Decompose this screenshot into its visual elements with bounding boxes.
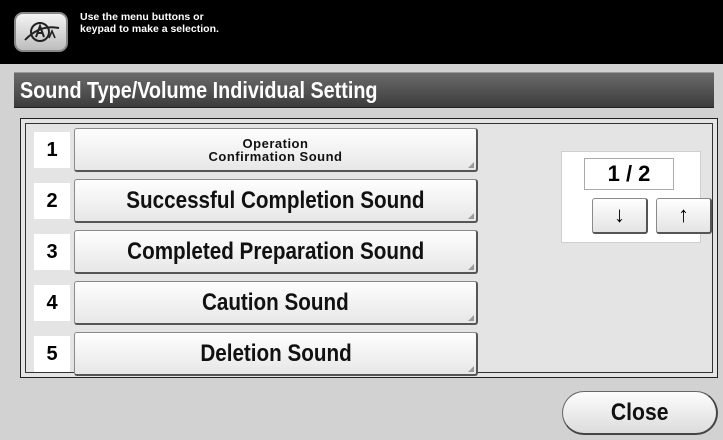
instruction-line-2: keypad to make a selection. xyxy=(80,23,219,35)
page-up-button[interactable]: ↑ xyxy=(656,198,712,234)
screen: Use the menu buttons or keypad to make a… xyxy=(0,0,723,440)
item-number: 3 xyxy=(34,234,70,270)
accessibility-icon xyxy=(24,22,60,42)
deletion-sound-button[interactable]: Deletion Sound xyxy=(74,332,478,376)
list-item-2: 2 Successful Completion Sound xyxy=(34,179,486,223)
item-number: 5 xyxy=(34,336,70,372)
corner-marker-icon xyxy=(468,264,474,270)
list-item-3: 3 Completed Preparation Sound xyxy=(34,230,486,274)
item-label-line-2: Confirmation Sound xyxy=(208,148,343,164)
item-label: Caution Sound xyxy=(202,288,349,316)
arrow-up-icon: ↑ xyxy=(678,202,689,227)
page-indicator: 1 / 2 xyxy=(584,158,674,190)
item-label: Completed Preparation Sound xyxy=(126,237,425,265)
settings-list-frame: 1 Operation Confirmation Sound 2 Success… xyxy=(25,123,713,376)
close-button-label: Close xyxy=(610,398,669,426)
item-number: 4 xyxy=(34,285,70,321)
item-label: Successful Completion Sound xyxy=(126,186,425,214)
item-number: 1 xyxy=(34,132,70,168)
corner-marker-icon xyxy=(468,366,474,372)
item-label-line-1: Operation xyxy=(242,135,309,151)
settings-panel: 1 Operation Confirmation Sound 2 Success… xyxy=(20,118,718,378)
item-label: Operation Confirmation Sound xyxy=(209,137,343,163)
item-number: 2 xyxy=(34,183,70,219)
instruction-line-1: Use the menu buttons or xyxy=(80,11,204,23)
page-title: Sound Type/Volume Individual Setting xyxy=(20,77,378,103)
item-label: Deletion Sound xyxy=(199,339,352,367)
completed-preparation-sound-button[interactable]: Completed Preparation Sound xyxy=(74,230,478,274)
list-item-5: 5 Deletion Sound xyxy=(34,332,486,376)
successful-completion-sound-button[interactable]: Successful Completion Sound xyxy=(74,179,478,223)
page-down-button[interactable]: ↓ xyxy=(592,198,648,234)
corner-marker-icon xyxy=(468,162,474,168)
list-item-4: 4 Caution Sound xyxy=(34,281,486,325)
corner-marker-icon xyxy=(468,315,474,321)
pager: 1 / 2 ↓ ↑ xyxy=(561,151,712,243)
accessibility-button[interactable] xyxy=(14,12,68,52)
operation-confirmation-sound-button[interactable]: Operation Confirmation Sound xyxy=(74,128,478,172)
caution-sound-button[interactable]: Caution Sound xyxy=(74,281,478,325)
message-bar: Use the menu buttons or keypad to make a… xyxy=(0,0,723,64)
instruction-message: Use the menu buttons or keypad to make a… xyxy=(80,11,219,35)
close-button[interactable]: Close xyxy=(562,391,718,435)
list-item-1: 1 Operation Confirmation Sound xyxy=(34,128,486,172)
arrow-down-icon: ↓ xyxy=(614,202,625,227)
title-bar: Sound Type/Volume Individual Setting xyxy=(14,72,714,108)
corner-marker-icon xyxy=(468,213,474,219)
